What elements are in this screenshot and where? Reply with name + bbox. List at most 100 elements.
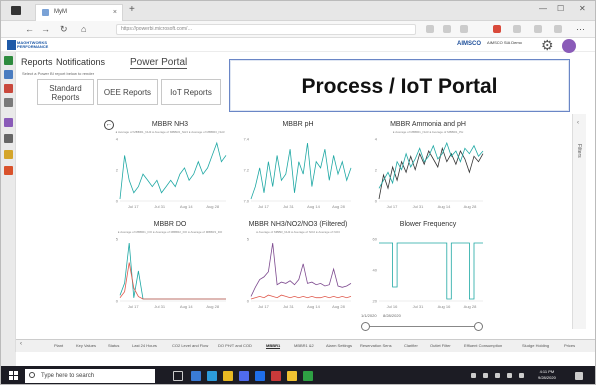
- slider-start-label: 1/1/2020: [361, 313, 377, 318]
- reader-icon[interactable]: [443, 25, 451, 33]
- tenant-box[interactable]: AIMSCO AIMSCO SIA Demo: [453, 39, 533, 51]
- window-close-icon[interactable]: ✕: [579, 4, 586, 13]
- windows-taskbar: Type here to search 4:11 PM 9/28/2020: [1, 366, 595, 384]
- iot-reports-button[interactable]: IoT Reports: [161, 79, 221, 105]
- report-hint: Select a Power BI report below to render: [22, 71, 95, 76]
- y-tick-label: 5: [247, 237, 250, 242]
- page-tab[interactable]: Key Values: [76, 343, 96, 348]
- x-tick-label: Aug 14: [307, 204, 320, 209]
- y-tick-label: 4: [116, 137, 119, 142]
- y-tick-label: 7.0: [243, 199, 249, 204]
- file-explorer-icon[interactable]: [223, 371, 233, 381]
- page-tab[interactable]: Clarifier: [404, 343, 418, 348]
- teams-icon[interactable]: [207, 371, 217, 381]
- page-tab[interactable]: Outlet Filter: [430, 343, 451, 348]
- y-tick-label: 0: [116, 199, 119, 204]
- windows-start-icon[interactable]: [9, 371, 19, 381]
- edge-icon[interactable]: [191, 371, 201, 381]
- app-icon-2[interactable]: [255, 371, 265, 381]
- page-tab-active[interactable]: MBBR1: [266, 343, 281, 349]
- minimize-icon[interactable]: —: [539, 4, 547, 13]
- nav-expand[interactable]: [1, 352, 16, 366]
- x-tick-label: Jul 17: [128, 204, 139, 209]
- collapse-chevron-icon[interactable]: ‹: [577, 120, 579, 126]
- nav-document-icon[interactable]: [4, 98, 13, 107]
- nav-tools-icon[interactable]: [4, 84, 13, 93]
- user-avatar[interactable]: [562, 39, 576, 53]
- network-icon[interactable]: [507, 373, 512, 378]
- series-line: [250, 294, 352, 300]
- nav-home-icon[interactable]: [4, 56, 13, 65]
- page-tab[interactable]: Effluent Consumption: [464, 343, 502, 348]
- app-icon-1[interactable]: [239, 371, 249, 381]
- favorite-star-icon[interactable]: [460, 25, 468, 33]
- new-tab-button[interactable]: +: [129, 4, 135, 15]
- nav-chart-icon[interactable]: [4, 166, 13, 175]
- settings-gear-icon[interactable]: ⚙: [541, 38, 554, 52]
- notifications-icon[interactable]: [575, 372, 583, 380]
- browser-app-icon[interactable]: [11, 6, 21, 15]
- back-arrow-icon[interactable]: ←: [25, 24, 34, 34]
- slider-track[interactable]: [365, 326, 479, 327]
- volume-icon[interactable]: [519, 373, 524, 378]
- tray-icon[interactable]: [495, 373, 500, 378]
- x-tick-label: Jul 31: [283, 304, 294, 309]
- slider-start-knob[interactable]: [361, 322, 370, 331]
- app-icon-3[interactable]: [271, 371, 281, 381]
- nav-people-icon[interactable]: [4, 134, 13, 143]
- favorites-icon[interactable]: [513, 25, 521, 33]
- page-tab[interactable]: DO PH/T and COD: [218, 343, 252, 348]
- page-prev-icon[interactable]: ‹: [20, 341, 22, 347]
- nav-search-icon[interactable]: [4, 150, 13, 159]
- date-range-slider[interactable]: 1/1/2020 8/28/2020: [359, 313, 485, 333]
- tray-icon[interactable]: [471, 373, 476, 378]
- page-tab[interactable]: Status: [108, 343, 119, 348]
- y-tick-label: 60: [373, 237, 378, 242]
- x-tick-label: Jul 17: [128, 304, 139, 309]
- chart-mbbr-do: MBBR DO ● Average of MBBR1_DO ● Average …: [106, 221, 234, 313]
- page-tab[interactable]: Sludge Holding: [522, 343, 549, 348]
- filters-pane[interactable]: ‹ Filters: [572, 114, 586, 329]
- more-icon[interactable]: ⋯: [576, 24, 585, 35]
- browser-tab[interactable]: MyM ×: [35, 4, 123, 21]
- page-tab[interactable]: MBBR1 &2: [294, 343, 314, 348]
- task-view-icon[interactable]: [173, 371, 183, 381]
- refresh-icon[interactable]: ↻: [60, 24, 68, 35]
- tenant-logo: AIMSCO: [457, 41, 481, 47]
- taskbar-clock[interactable]: 4:11 PM 9/28/2020: [538, 369, 556, 381]
- zoom-icon[interactable]: [426, 25, 434, 33]
- x-tick-label: Jul 31: [283, 204, 294, 209]
- home-icon[interactable]: ⌂: [81, 24, 86, 34]
- extension-icon[interactable]: [493, 25, 501, 33]
- x-tick-label: Aug 28: [464, 204, 477, 209]
- app-icon-5[interactable]: [303, 371, 313, 381]
- oee-reports-button[interactable]: OEE Reports: [97, 79, 158, 105]
- page-tab[interactable]: Prices: [564, 343, 575, 348]
- standard-reports-button[interactable]: Standard Reports: [37, 79, 94, 105]
- forward-arrow-icon[interactable]: →: [41, 24, 50, 34]
- nav-calendar-icon[interactable]: [4, 70, 13, 79]
- x-tick-label: Jul 31: [413, 204, 424, 209]
- tab-power-portal[interactable]: Power Portal: [130, 57, 188, 69]
- page-tab[interactable]: Reservation Sens: [360, 343, 392, 348]
- slider-end-knob[interactable]: [474, 322, 483, 331]
- tab-notifications[interactable]: Notifications: [56, 57, 105, 67]
- collections-icon[interactable]: [534, 25, 542, 33]
- profile-icon[interactable]: [554, 25, 562, 33]
- page-tab[interactable]: Last 24 Hours: [132, 343, 157, 348]
- tab-close-icon[interactable]: ×: [113, 5, 117, 20]
- tab-reports[interactable]: Reports: [21, 57, 53, 67]
- page-tab[interactable]: CO2 Level and Flow: [172, 343, 208, 348]
- nav-list-icon[interactable]: [4, 118, 13, 127]
- tray-icon[interactable]: [483, 373, 488, 378]
- page-tab[interactable]: Alarm Settings: [326, 343, 352, 348]
- report-page-tabs: ‹ Plant Key Values Status Last 24 Hours …: [16, 339, 595, 352]
- taskbar-search-input[interactable]: Type here to search: [25, 369, 155, 383]
- page-tab[interactable]: Plant: [54, 343, 63, 348]
- y-tick-label: 0: [247, 299, 250, 304]
- app-icon-4[interactable]: [287, 371, 297, 381]
- portal-banner: Process / IoT Portal: [229, 59, 570, 112]
- url-field[interactable]: https://powerbi.microsoft.com/…: [116, 24, 416, 35]
- slider-end-label: 8/28/2020: [383, 313, 401, 318]
- maximize-icon[interactable]: ☐: [557, 4, 564, 13]
